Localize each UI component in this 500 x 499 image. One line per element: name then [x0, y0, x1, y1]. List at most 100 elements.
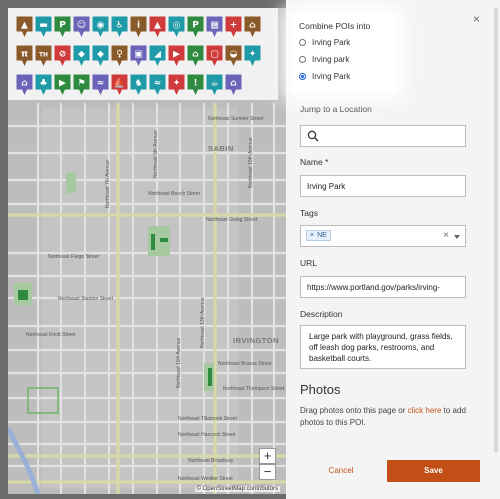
tag-chip[interactable]: × NE [306, 230, 331, 241]
first-aid-icon[interactable]: + [225, 16, 242, 38]
jump-search-input[interactable] [300, 125, 466, 147]
svg-text:i: i [137, 21, 140, 31]
svg-text:✦: ✦ [173, 79, 181, 89]
parking-icon[interactable]: P [54, 16, 71, 38]
svg-text:✦: ✦ [249, 50, 257, 60]
info-icon[interactable]: i [130, 16, 147, 38]
restroom-sign-icon[interactable]: ♀ [111, 45, 128, 67]
svg-text:▶: ▶ [59, 79, 66, 89]
street-label: Northeast Brazee Street [218, 361, 272, 367]
close-icon[interactable]: × [473, 12, 480, 26]
svg-text:▬: ▬ [39, 21, 48, 31]
cancel-button[interactable]: Cancel [311, 460, 371, 482]
swim-icon[interactable]: ! [187, 74, 204, 96]
svg-text:☺: ☺ [77, 20, 86, 31]
visitor-center-icon[interactable]: ▣ [130, 45, 147, 67]
svg-text:◆: ◆ [78, 50, 85, 60]
svg-text:⛵: ⛵ [114, 77, 125, 89]
shop-icon[interactable]: ≈ [92, 74, 109, 96]
playground-icon[interactable]: ⌂ [187, 45, 204, 67]
picnic-tent-icon[interactable]: ▲ [149, 16, 166, 38]
bicycle-icon[interactable]: ◎ [168, 16, 185, 38]
atm-icon[interactable]: ⌂ [16, 74, 33, 96]
radio-button-selected[interactable] [299, 72, 306, 80]
tags-clear-icon[interactable]: × [443, 230, 449, 241]
camera-icon[interactable]: ◉ [92, 16, 109, 38]
poi-icon-palette: ▲ ▬ P ☺ ◉ ♿ i ▲ ◎ P ▦ + ⌂ π TH ⊘ ◆ ◆ ♀ ▣ ◢ ▶ ⌂ ▢ ◒ ✦ ⌂ ♣ ▶ ⚑ ≈ ⛵ ♞ ≈ ✦! ☕ ⌂ [8, 8, 278, 100]
photos-help-before: Drag photos onto this page or [300, 406, 408, 415]
picnic-table-icon[interactable]: π [16, 45, 33, 67]
hazard-icon[interactable]: ♣ [35, 74, 52, 96]
cabin-icon[interactable]: ⌂ [244, 16, 261, 38]
photos-upload-link[interactable]: click here [408, 406, 442, 415]
chevron-down-icon[interactable] [454, 235, 460, 239]
grill-icon[interactable]: ▦ [206, 16, 223, 38]
svg-text:☕: ☕ [210, 79, 218, 89]
street-label: Northeast Weidler Street [178, 476, 233, 482]
restroom-icon[interactable]: ☺ [73, 16, 90, 38]
no-entry-icon[interactable]: ⊘ [54, 45, 71, 67]
name-input[interactable]: Irving Park [300, 175, 466, 197]
svg-text:◆: ◆ [97, 50, 104, 60]
svg-text:≈: ≈ [97, 79, 105, 89]
street-label: Northeast 11th Avenue [176, 337, 182, 388]
trailhead-icon[interactable]: TH [35, 45, 52, 67]
bench-icon[interactable]: ▬ [35, 16, 52, 38]
golf-icon[interactable]: ✦ [168, 74, 185, 96]
water-drop-icon[interactable]: ◆ [73, 45, 90, 67]
dog-icon[interactable]: ◒ [225, 45, 242, 67]
panel-scrollbar[interactable] [494, 8, 498, 452]
wildlife-icon[interactable]: ✦ [244, 45, 261, 67]
tags-label: Tags [300, 208, 318, 218]
area-label-irvington: IRVINGTON [233, 336, 279, 345]
binoculars-icon[interactable]: ⛵ [111, 74, 128, 96]
accessibility-icon[interactable]: ♿ [111, 16, 128, 38]
svg-text:⌂: ⌂ [230, 79, 237, 89]
map-attribution: © OpenStreetMap contributors [194, 486, 280, 492]
bike-parking-icon[interactable]: P [187, 16, 204, 38]
street-label: Northeast Beech Street [148, 191, 200, 197]
zoom-out-button[interactable]: − [259, 464, 276, 480]
zoom-in-button[interactable]: + [259, 448, 276, 464]
url-input[interactable]: https://www.portland.gov/parks/irving- [300, 276, 466, 298]
street-label: Northeast Sumner Street [208, 116, 264, 122]
jump-label: Jump to a Location [300, 104, 372, 114]
coffee-icon[interactable]: ▶ [54, 74, 71, 96]
sledding-icon[interactable]: ◢ [149, 45, 166, 67]
street-label: Northeast Broadway [188, 458, 234, 464]
svg-text:!: ! [193, 79, 197, 89]
drinking-fountain-icon[interactable]: ◆ [92, 45, 109, 67]
tree-icon[interactable]: ≈ [149, 74, 166, 96]
theater-icon[interactable]: ▶ [168, 45, 185, 67]
street-label: Northeast Going Street [206, 217, 258, 223]
combine-title: Combine POIs into [299, 21, 371, 31]
shuttle-icon[interactable]: ⚑ [73, 74, 90, 96]
tag-chip-remove-icon[interactable]: × [310, 232, 314, 239]
boat-launch-icon[interactable]: ☕ [206, 74, 223, 96]
street-label: Northeast Thompson Street [223, 386, 285, 392]
svg-text:◒: ◒ [230, 50, 238, 60]
svg-text:▶: ▶ [173, 50, 180, 60]
horse-icon[interactable]: ⌂ [225, 74, 242, 96]
radio-button[interactable] [299, 55, 306, 63]
svg-text:▢: ▢ [210, 50, 219, 60]
tags-select[interactable]: × NE × [300, 225, 466, 247]
search-icon [307, 130, 319, 142]
svg-text:♀: ♀ [116, 50, 123, 60]
street-label: Northeast Fargo Street [48, 254, 99, 260]
svg-text:≈: ≈ [154, 79, 162, 89]
radio-button[interactable] [299, 38, 306, 46]
save-button[interactable]: Save [387, 460, 480, 482]
description-textarea[interactable]: Large park with playground, grass fields… [300, 325, 466, 369]
svg-text:P: P [192, 21, 199, 31]
combine-option-1[interactable]: Irving Park [299, 37, 350, 47]
trash-icon[interactable]: ▢ [206, 45, 223, 67]
book-icon[interactable]: ♞ [130, 74, 147, 96]
svg-text:⊘: ⊘ [59, 50, 67, 60]
combine-option-label: Irving Park [312, 71, 351, 81]
svg-text:⌂: ⌂ [21, 79, 28, 89]
tent-icon[interactable]: ▲ [16, 16, 33, 38]
svg-text:♣: ♣ [39, 79, 47, 89]
combine-option-2[interactable]: Irving park [299, 54, 349, 64]
combine-option-3[interactable]: Irving Park [299, 71, 350, 81]
